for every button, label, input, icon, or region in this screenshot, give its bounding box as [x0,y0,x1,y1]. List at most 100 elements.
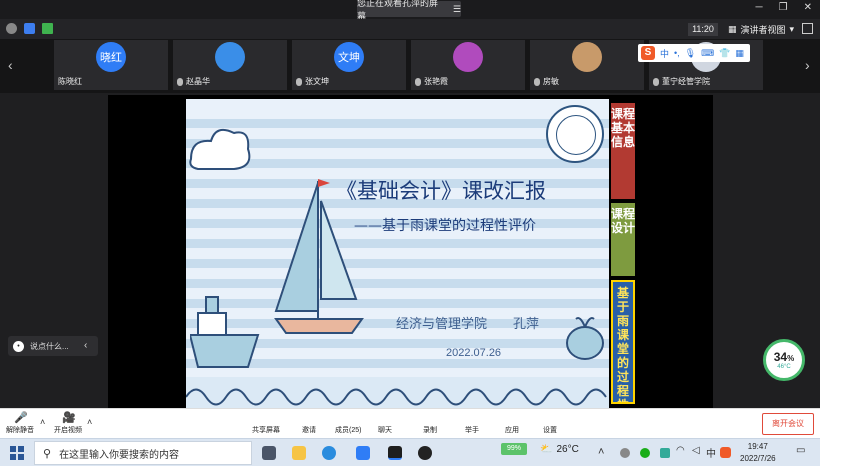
chevron-up-icon[interactable]: ˄ [87,417,92,427]
shield-icon[interactable] [24,23,35,34]
presentation-slide: 《基础会计》课改汇报 ——基于雨课堂的过程性评价 经济与管理学院 孔萍 2022… [186,99,609,417]
battery-indicator[interactable]: 99% [501,443,527,455]
view-mode-dropdown[interactable]: ▦ 演讲者视图 ▾ [728,23,794,36]
mute-button[interactable]: 🎤 解除静音 [6,411,34,435]
chevron-up-icon[interactable]: ˄ [598,446,604,458]
video-button[interactable]: 🎥 开启视频 [54,411,82,435]
weather-widget[interactable]: ⛅ 26°C [540,444,579,455]
participant-tile[interactable]: 房敏 [530,40,644,90]
windows-taskbar: ⚲ 在这里输入你要搜索的内容 99% ⛅ 26°C ˄ ◠ ◁ 中 19:47 … [0,438,820,466]
tray-icon[interactable] [660,448,670,458]
slide-tab-evaluation[interactable]: 基于雨课堂的过程性评 [611,280,635,404]
apps-button[interactable]: 应用 [505,411,519,435]
raise-hand-button[interactable]: 举手 [465,411,479,435]
tencent-meeting-icon[interactable] [356,446,370,460]
slide-date: 2022.07.26 [446,347,502,359]
title-bar: 您正在观看孔萍的屏幕 ☰ ─ ❐ ✕ [0,0,820,21]
apps-icon [506,411,518,423]
record-button[interactable]: 录制 [423,411,437,435]
chat-bubble-icon [379,411,391,423]
punctuation-icon[interactable]: •, [674,48,680,58]
grid-icon: ▦ [728,24,737,34]
gear-icon [544,411,556,423]
sogou-icon[interactable] [720,447,731,458]
chevron-up-icon[interactable]: ˄ [40,417,45,427]
skin-icon[interactable]: 👕 [719,48,730,59]
participant-tile[interactable]: 赵晶华 [173,40,287,90]
share-banner[interactable]: 您正在观看孔萍的屏幕 ☰ [357,0,461,21]
mic-off-icon [653,77,659,86]
raise-hand-label: 举手 [465,427,479,434]
chevron-left-icon[interactable]: ‹ [84,340,87,351]
share-label: 共享屏幕 [252,427,280,434]
chevron-left-icon[interactable]: ‹ [8,57,13,73]
chat-placeholder: 说点什么... [30,341,69,351]
mic-off-icon [296,77,302,86]
members-label: 成员(25) [335,427,362,434]
menu-icon[interactable]: ☰ [453,4,461,15]
wechat-icon[interactable] [640,448,650,458]
fullscreen-icon[interactable] [802,23,813,34]
clock-time: 19:47 [747,442,768,451]
minimize-icon[interactable]: ─ [756,2,763,13]
mic-muted-icon: 🎤 [14,412,28,424]
avatar: 文坤 [334,42,364,72]
meeting-toolbar: 🎤 解除静音 ˄ 🎥 开启视频 ˄ 共享屏幕 邀请 成员(25) 聊天 录制 举… [0,408,820,438]
wifi-icon[interactable]: ◠ [676,445,685,456]
share-screen-button[interactable]: 共享屏幕 [252,411,280,435]
settings-button[interactable]: 设置 [543,411,557,435]
status-bar: 11:20 ▦ 演讲者视图 ▾ [0,19,820,39]
whale-illustration [566,317,604,360]
qq-icon[interactable] [418,446,432,460]
share-screen-icon [260,411,272,423]
participant-tile[interactable]: 文坤 张文坤 [292,40,406,90]
temperature: 26°C [556,444,579,455]
slide-title: 《基础会计》课改汇报 [336,179,546,203]
chevron-right-icon[interactable]: › [805,57,810,73]
leave-meeting-button[interactable]: 离开会议 [762,413,814,435]
windows-start-icon[interactable] [10,446,24,460]
chat-icon: • [13,340,24,352]
record-icon [424,411,436,423]
microphone-icon[interactable]: 🎙 [685,48,696,59]
cloud-sun-icon: ⛅ [540,444,553,455]
meeting-app-icon[interactable] [388,446,402,460]
ime-toolbar[interactable]: S 中 •, 🎙 ⌨ 👕 ▦ [638,44,750,62]
apps-label: 应用 [505,427,519,434]
notification-icon[interactable]: ▭ [796,445,805,456]
ime-indicator[interactable]: 中 [706,445,716,460]
participant-tile[interactable]: 张艳霞 [411,40,525,90]
chat-button[interactable]: 聊天 [378,411,392,435]
sogou-icon[interactable]: S [641,46,655,60]
volume-icon[interactable]: ◁ [692,445,700,456]
taskbar-search[interactable]: ⚲ 在这里输入你要搜索的内容 [34,441,252,465]
participant-name: 赵晶华 [177,76,210,87]
ime-mode[interactable]: 中 [660,47,669,60]
task-view-icon[interactable] [262,446,276,460]
info-icon[interactable] [6,23,17,34]
participant-tile[interactable]: 晓红 陈晓红 [54,40,168,90]
members-button[interactable]: 成员(25) [335,411,361,435]
keyboard-icon[interactable]: ⌨ [701,48,714,59]
search-placeholder: 在这里输入你要搜索的内容 [59,449,180,461]
tray-icon[interactable] [620,448,630,458]
chat-label: 聊天 [378,427,392,434]
members-icon [342,411,354,423]
meeting-window: 您正在观看孔萍的屏幕 ☰ ─ ❐ ✕ 11:20 ▦ 演讲者视图 ▾ ‹ 晓红 … [0,0,820,438]
meeting-timer: 11:20 [688,23,718,36]
browser-icon[interactable] [322,446,336,460]
gauge-percent: 34% [773,350,795,364]
mute-label: 解除静音 [6,427,34,434]
slide-tab-course-info[interactable]: 课程基本信息 [611,103,635,199]
system-clock[interactable]: 19:47 2022/7/26 [740,441,776,465]
avatar [453,42,483,72]
hand-icon [466,411,478,423]
cpu-gauge[interactable]: 34% 46°C [763,339,805,381]
invite-button[interactable]: 邀请 [302,411,316,435]
file-explorer-icon[interactable] [292,446,306,460]
slide-tab-course-design[interactable]: 课程设计 [611,203,635,276]
close-icon[interactable]: ✕ [804,2,812,13]
participant-name: 张艳霞 [415,76,448,87]
restore-icon[interactable]: ❐ [779,2,788,13]
apps-icon[interactable]: ▦ [735,48,744,59]
